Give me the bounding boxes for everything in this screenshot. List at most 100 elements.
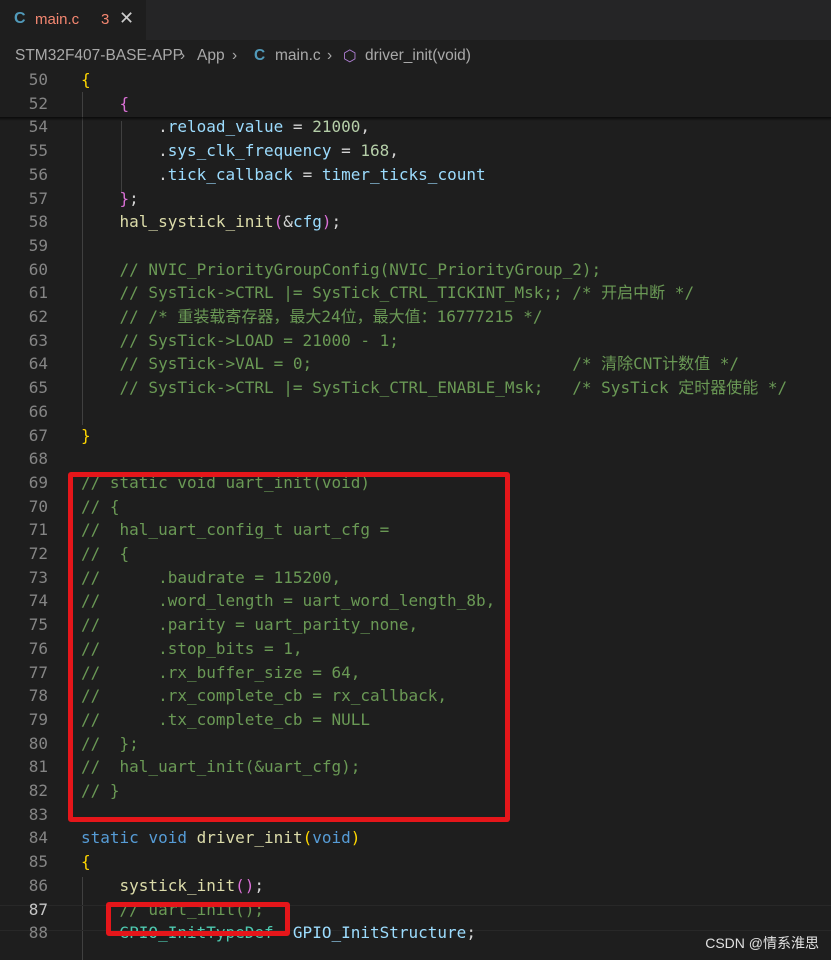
close-icon[interactable]: ✕ <box>119 8 134 29</box>
code-token: timer_ticks_count <box>321 164 486 184</box>
line-number: 74 <box>28 591 48 611</box>
code-token: // /* 重装载寄存器，最大24位，最大值：16777215 */ <box>81 307 543 326</box>
line-number: 67 <box>28 425 48 445</box>
breadcrumb-file[interactable]: main.c <box>275 47 321 65</box>
sticky-scroll-shadow <box>0 117 831 121</box>
line-number: 59 <box>28 235 48 255</box>
code-token: systick_init <box>119 875 236 895</box>
code-line[interactable]: 84 static void driver_init(void) <box>0 826 831 850</box>
code-line[interactable]: 61 // SysTick->CTRL |= SysTick_CTRL_TICK… <box>0 281 831 305</box>
code-line[interactable]: 63 // SysTick->LOAD = 21000 - 1; <box>0 329 831 353</box>
code-text: }; <box>81 187 139 211</box>
highlight-box-uart-init-call <box>106 902 290 936</box>
code-token: ( <box>302 828 313 848</box>
code-line[interactable]: 85 { <box>0 850 831 874</box>
line-number: 68 <box>28 449 48 469</box>
line-number: 73 <box>28 567 48 587</box>
line-number: 79 <box>28 709 48 729</box>
line-number: 57 <box>28 188 48 208</box>
code-line[interactable]: 65 // SysTick->CTRL |= SysTick_CTRL_ENAB… <box>0 376 831 400</box>
code-text: // SysTick->CTRL |= SysTick_CTRL_ENABLE_… <box>81 376 788 400</box>
code-token: // SysTick->LOAD = 21000 - 1; <box>81 330 399 350</box>
code-text: { <box>81 850 91 874</box>
code-token: tick_callback <box>167 164 293 184</box>
line-number: 75 <box>28 615 48 635</box>
code-line[interactable]: 52 { <box>0 92 831 116</box>
code-line[interactable]: 55 .sys_clk_frequency = 168, <box>0 139 831 163</box>
line-number: 80 <box>28 733 48 753</box>
line-number: 72 <box>28 544 48 563</box>
code-token: ; <box>129 188 139 208</box>
line-number: 70 <box>28 496 48 516</box>
code-text: // NVIC_PriorityGroupConfig(NVIC_Priorit… <box>81 258 602 282</box>
code-token: } <box>119 188 130 208</box>
code-line[interactable]: 56 .tick_callback = timer_ticks_count <box>0 163 831 187</box>
code-token: cfg <box>292 212 322 232</box>
breadcrumb: STM32F407-BASE-APP › App › C main.c › ⬡ … <box>0 42 831 70</box>
code-token: . <box>81 141 168 161</box>
code-line[interactable]: 60 // NVIC_PriorityGroupConfig(NVIC_Prio… <box>0 258 831 282</box>
code-token: static <box>81 828 139 848</box>
tab-bar: C main.c 3 ✕ <box>0 0 831 40</box>
line-number: 77 <box>28 662 48 682</box>
code-token: ; <box>254 875 265 895</box>
code-token: // NVIC_PriorityGroupConfig(NVIC_Priorit… <box>81 259 602 279</box>
code-text: { <box>81 68 91 92</box>
code-token: ) <box>244 875 255 895</box>
code-token: { <box>81 852 91 872</box>
breadcrumb-symbol[interactable]: driver_init(void) <box>365 47 471 65</box>
code-token: ( <box>273 212 284 232</box>
line-number: 58 <box>28 212 48 232</box>
line-number: 82 <box>28 781 48 800</box>
code-line[interactable]: 64 // SysTick->VAL = 0; /* 清除CNT计数值 */ <box>0 352 831 376</box>
watermark: CSDN @情系淮思 <box>705 935 819 951</box>
code-line[interactable]: 59 <box>0 234 831 258</box>
line-number: 50 <box>28 70 48 89</box>
code-line[interactable]: 58 hal_systick_init(&cfg); <box>0 210 831 234</box>
line-number: 76 <box>28 638 48 658</box>
code-token: = <box>331 141 361 161</box>
code-token: & <box>283 212 293 232</box>
breadcrumb-folder[interactable]: App <box>197 47 225 65</box>
code-token: { <box>81 70 91 89</box>
code-line[interactable]: 67} <box>0 424 831 448</box>
code-text: .sys_clk_frequency = 168, <box>81 139 399 163</box>
line-number: 63 <box>28 330 48 350</box>
code-line[interactable]: 57 }; <box>0 187 831 211</box>
highlight-box-uart-init-function <box>68 472 510 822</box>
line-number: 88 <box>28 923 48 943</box>
code-text: hal_systick_init(&cfg); <box>81 210 342 234</box>
line-number: 69 <box>28 472 48 492</box>
tab-filename: main.c <box>35 11 80 28</box>
c-file-icon: C <box>254 47 266 64</box>
code-token: ; <box>466 923 476 943</box>
code-text: static void driver_init(void) <box>81 826 360 850</box>
code-token: ; <box>331 212 342 232</box>
code-token: void <box>148 828 187 848</box>
c-file-icon: C <box>14 10 26 27</box>
code-text: // SysTick->LOAD = 21000 - 1; <box>81 329 399 353</box>
code-token: = <box>292 164 322 184</box>
code-line[interactable]: 62 // /* 重装载寄存器，最大24位，最大值：16777215 */ <box>0 305 831 329</box>
line-number: 84 <box>28 828 48 848</box>
code-text: } <box>81 424 91 448</box>
method-icon: ⬡ <box>343 48 357 65</box>
code-line[interactable]: 68 <box>0 447 831 471</box>
line-number: 61 <box>28 283 48 303</box>
code-token: driver_init <box>196 828 303 848</box>
code-token: } <box>81 425 91 445</box>
code-line[interactable]: 50 { <box>0 68 831 92</box>
code-line[interactable]: 86 systick_init(); <box>0 874 831 898</box>
problem-count-badge: 3 <box>101 11 110 28</box>
code-text: // SysTick->VAL = 0; /* 清除CNT计数值 */ <box>81 352 739 376</box>
tab-main-c[interactable]: C main.c 3 ✕ <box>0 0 146 40</box>
chevron-right-icon: › <box>327 47 333 64</box>
breadcrumb-project[interactable]: STM32F407-BASE-APP <box>15 47 183 65</box>
code-token: GPIO_InitStructure <box>292 923 467 943</box>
code-line[interactable]: 66 <box>0 400 831 424</box>
line-number: 87 <box>28 899 48 919</box>
